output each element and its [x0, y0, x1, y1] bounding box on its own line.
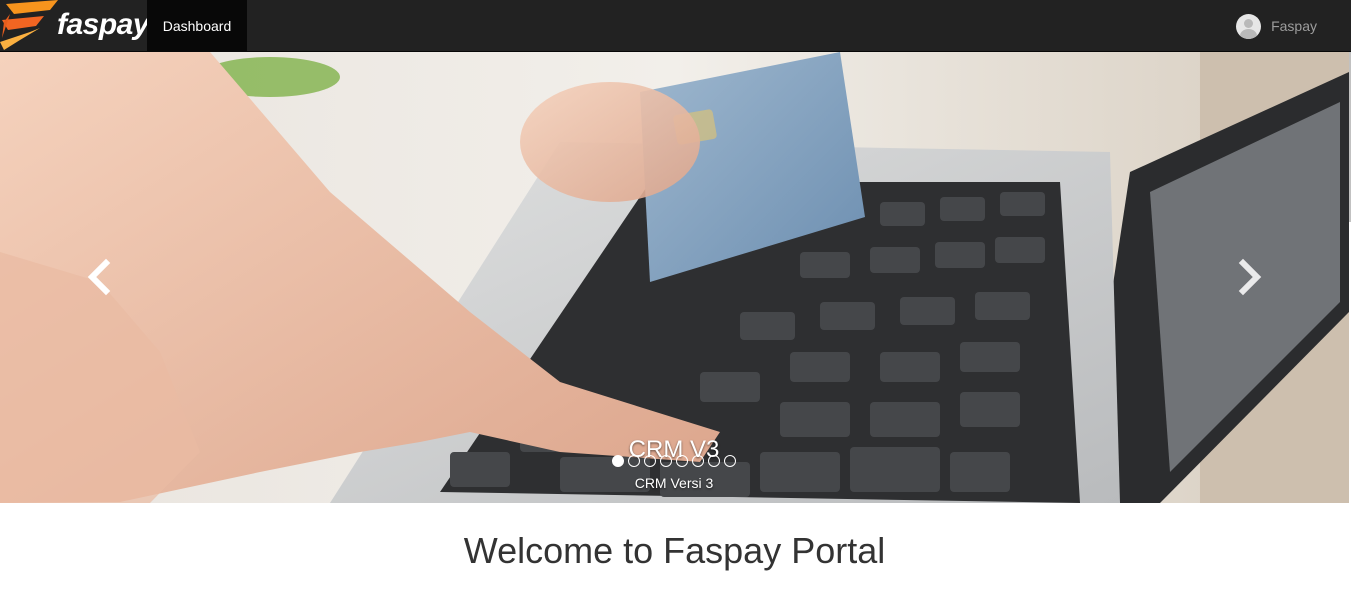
- carousel-indicator-3[interactable]: [644, 455, 656, 467]
- carousel-indicators: [612, 455, 736, 467]
- faspay-logo-icon: [0, 0, 58, 50]
- chevron-left-icon: [87, 258, 111, 296]
- hero-carousel: CRM V3 CRM Versi 3: [0, 52, 1349, 503]
- user-menu[interactable]: Faspay: [1236, 0, 1317, 52]
- carousel-indicator-2[interactable]: [628, 455, 640, 467]
- chevron-right-icon: [1238, 258, 1262, 296]
- user-avatar-icon: [1236, 13, 1262, 39]
- carousel-next-button[interactable]: [1229, 255, 1269, 299]
- carousel-indicator-8[interactable]: [724, 455, 736, 467]
- carousel-indicator-6[interactable]: [692, 455, 704, 467]
- user-name: Faspay: [1271, 18, 1317, 34]
- caption-subtitle: CRM Versi 3: [634, 475, 714, 491]
- brand-logo-link[interactable]: faspay: [0, 0, 150, 52]
- carousel-prev-button[interactable]: [80, 255, 120, 299]
- carousel-indicator-4[interactable]: [660, 455, 672, 467]
- carousel-indicator-5[interactable]: [676, 455, 688, 467]
- top-navbar: faspay Dashboard Faspay: [0, 0, 1351, 52]
- nav-dashboard[interactable]: Dashboard: [147, 0, 247, 52]
- carousel-indicator-1[interactable]: [612, 455, 624, 467]
- page-title: Welcome to Faspay Portal: [463, 530, 886, 571]
- brand-name: faspay: [57, 8, 150, 41]
- carousel-indicator-7[interactable]: [708, 455, 720, 467]
